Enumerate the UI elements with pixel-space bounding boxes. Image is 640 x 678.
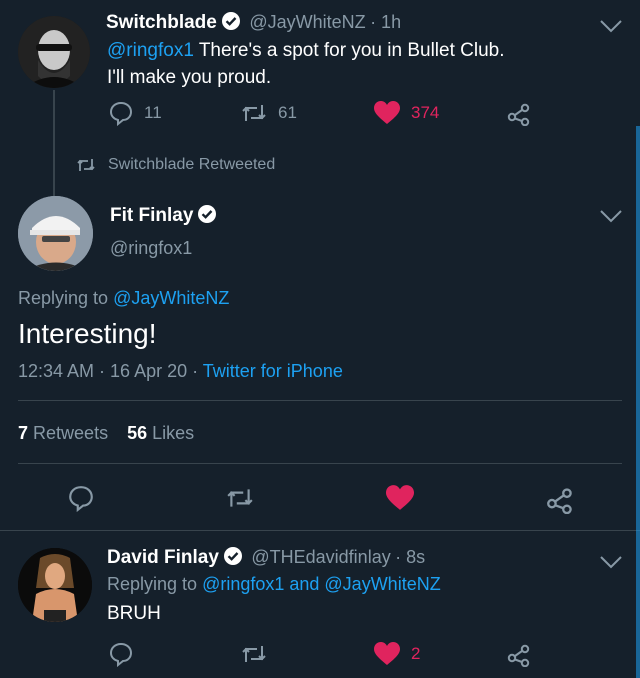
handle[interactable]: @ringfox1 [110,238,192,259]
heart-icon [386,485,414,510]
retweets-stat[interactable]: 7 Retweets [18,423,108,443]
display-name[interactable]: David Finlay [107,547,219,568]
like-count: 2 [411,644,421,663]
replying-to-label: Replying to [18,288,114,308]
avatar-david-finlay[interactable] [18,548,92,622]
share-button[interactable] [506,641,532,667]
like-button[interactable]: 374 [373,100,439,126]
tweet-text: Interesting! [18,318,157,349]
share-icon [507,103,530,126]
like-button[interactable] [384,484,416,512]
retweeted-label: Switchblade Retweeted [108,156,276,173]
like-button[interactable]: 2 [373,641,420,667]
reply-icon [109,101,133,126]
avatar-switchblade[interactable] [18,16,90,88]
reply-icon [69,486,93,512]
share-button[interactable] [545,484,575,514]
share-icon [507,644,530,667]
retweet-icon [77,159,95,171]
heart-icon [374,101,400,124]
retweet-button[interactable] [240,641,268,667]
tweet-datetime: 12:34 AM · 16 Apr 20 · [18,361,203,381]
display-name[interactable]: Switchblade [106,12,217,33]
replying-to-link[interactable]: @ringfox1 and @JayWhiteNZ [202,574,441,594]
replying-to-link[interactable]: @JayWhiteNZ [113,288,229,308]
retweets-count: 7 [18,423,29,443]
replying-to-label: Replying to [107,574,203,594]
reply-button[interactable] [108,641,134,667]
handle[interactable]: @THEdavidfinlay [251,547,390,567]
tweet-text-line1: There's a spot for you in Bullet Club. [193,40,505,61]
reply-button[interactable]: 11 [108,100,162,126]
verified-badge-icon [197,204,217,229]
likes-stat[interactable]: 56 Likes [127,423,194,443]
chevron-down-icon[interactable] [598,16,624,36]
reply-icon [109,642,133,667]
retweet-count: 61 [278,103,297,122]
verified-badge-icon [221,11,241,36]
divider [18,463,622,464]
retweet-button[interactable] [224,484,256,512]
timestamp[interactable]: · 8s [395,547,425,567]
retweet-button[interactable]: 61 [240,100,297,126]
timestamp[interactable]: · 1h [370,12,401,32]
reply-button[interactable] [66,484,96,512]
avatar-fit-finlay[interactable] [18,196,93,271]
verified-badge-icon [223,546,243,571]
tweet-source-link[interactable]: Twitter for iPhone [203,361,343,381]
like-count: 374 [411,103,440,122]
tweet-text: BRUH [107,603,161,624]
share-button[interactable] [506,100,532,126]
scrollbar[interactable] [636,126,640,678]
chevron-down-icon[interactable] [598,552,624,572]
retweet-icon [227,489,253,507]
share-icon [547,488,572,514]
tweet-text-line2: I'll make you proud. [107,67,272,88]
display-name[interactable]: Fit Finlay [110,205,193,226]
retweet-icon [242,646,266,662]
reply-count: 11 [144,103,162,122]
retweets-label: Retweets [33,423,109,443]
divider [18,400,622,401]
retweeted-notice[interactable]: Switchblade Retweeted [76,156,275,174]
mention-link[interactable]: @ringfox1 [107,40,194,61]
divider [0,530,640,531]
heart-icon [374,642,400,665]
chevron-down-icon[interactable] [598,206,624,226]
handle[interactable]: @JayWhiteNZ [249,12,365,32]
likes-label: Likes [152,423,195,443]
likes-count: 56 [127,423,148,443]
retweet-icon [242,105,266,121]
